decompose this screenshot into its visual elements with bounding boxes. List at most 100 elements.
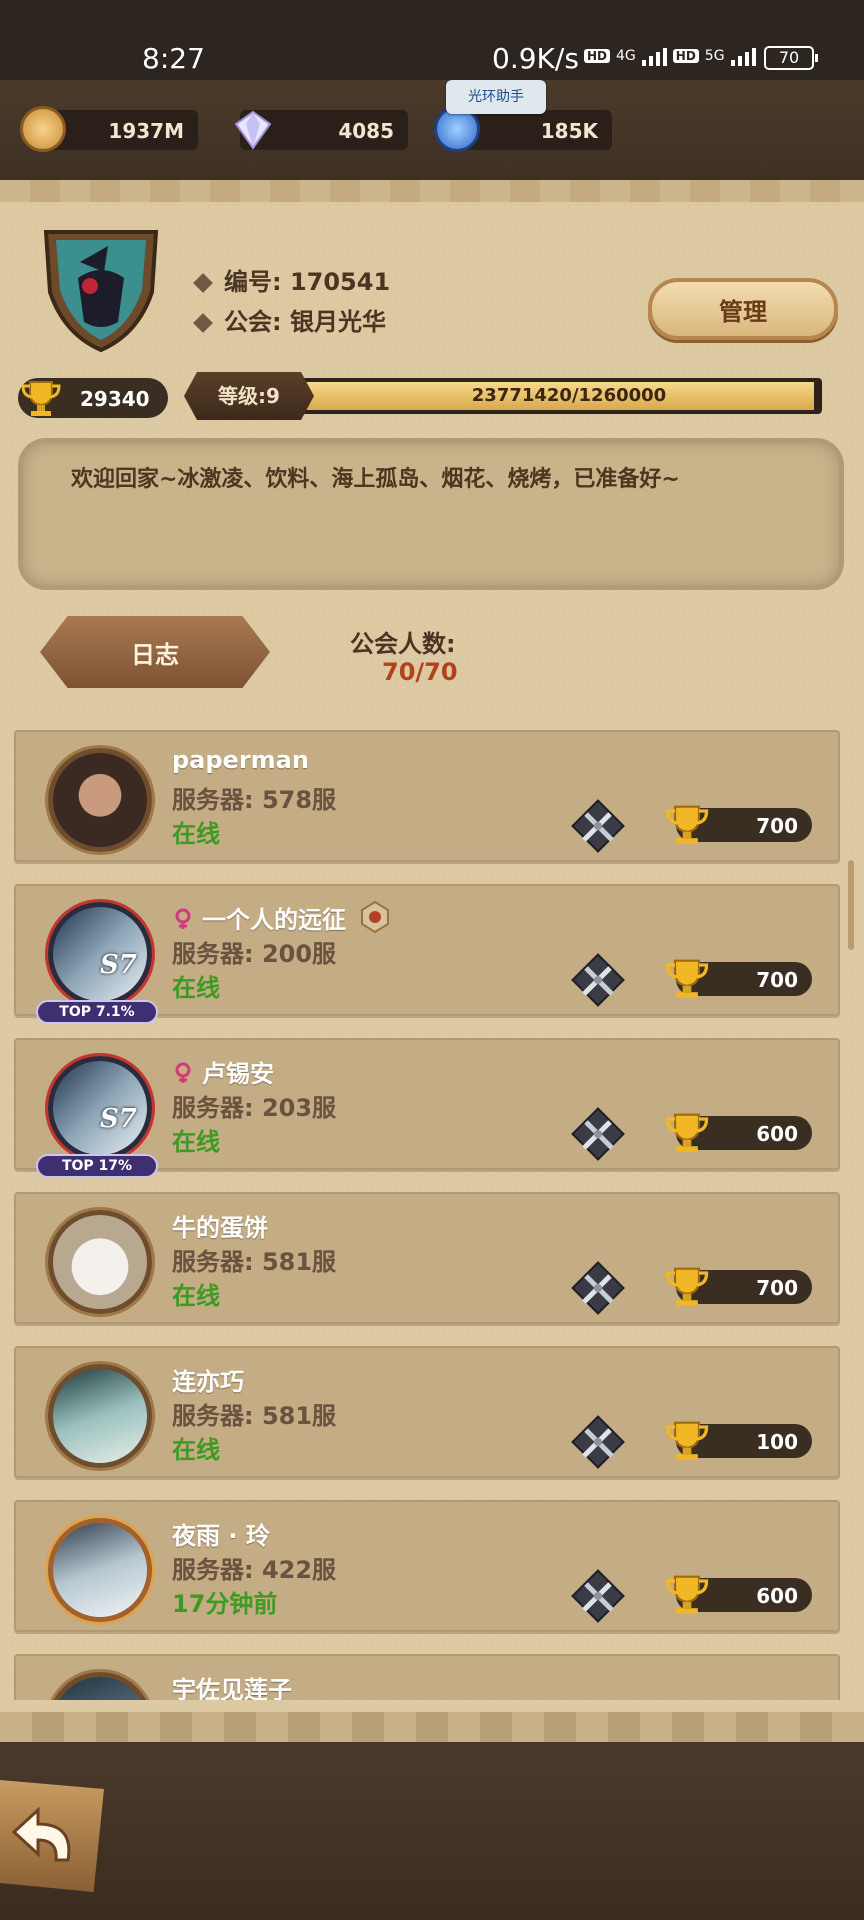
- member-status: 在线: [172, 974, 220, 1002]
- gold-coin-icon: [20, 106, 66, 152]
- resource-bar: 1937M 4085 185K: [0, 80, 864, 180]
- female-icon: [172, 908, 194, 930]
- crossed-swords-icon[interactable]: [570, 798, 626, 854]
- signal-bars-icon: [641, 46, 667, 66]
- battery-icon: 70: [764, 46, 818, 70]
- member-status: 在线: [172, 1436, 220, 1464]
- member-trophy-score: 700: [665, 1267, 812, 1306]
- member-server: 服务器: 581服: [172, 1402, 337, 1430]
- member-list-scrollbar[interactable]: [848, 860, 854, 950]
- network-5g-label: 5G: [704, 48, 725, 64]
- crossed-swords-icon[interactable]: [570, 952, 626, 1008]
- xp-text: 23771420/1260000: [471, 385, 667, 406]
- guild-trophy-score: 29340: [18, 378, 168, 418]
- back-button[interactable]: [0, 1780, 104, 1892]
- member-trophy-score: 700: [665, 805, 812, 844]
- member-status: 在线: [172, 1282, 220, 1310]
- member-avatar[interactable]: [48, 748, 152, 852]
- member-name-row: 夜雨 · 玲: [172, 1516, 270, 1551]
- log-button[interactable]: 日志: [40, 616, 270, 688]
- season-s7-badge: S7: [100, 950, 137, 980]
- member-name: 卢锡安: [202, 1060, 274, 1088]
- member-count-value: 70/70: [382, 658, 458, 686]
- member-status: 在线: [172, 820, 220, 848]
- helper-tag[interactable]: 光环助手: [446, 80, 546, 114]
- member-server: 服务器: 578服: [172, 786, 337, 814]
- member-card[interactable]: 连亦巧服务器: 581服 在线 100: [14, 1346, 840, 1478]
- member-score-value: 600: [756, 1584, 798, 1608]
- crossed-swords-icon[interactable]: [570, 1414, 626, 1470]
- member-name: 连亦巧: [172, 1368, 244, 1396]
- back-arrow-icon: [11, 1806, 71, 1862]
- member-card[interactable]: 宇佐见莲子: [14, 1654, 840, 1700]
- trophy-icon: [662, 952, 712, 1002]
- member-trophy-score: 700: [665, 959, 812, 998]
- member-name: 宇佐见莲子: [172, 1676, 292, 1700]
- member-avatar[interactable]: [48, 1210, 152, 1314]
- member-server: 服务器: 203服: [172, 1094, 337, 1122]
- crossed-swords-icon[interactable]: [570, 1568, 626, 1624]
- guild-id: 编号: 170541: [193, 262, 390, 297]
- gold-counter[interactable]: 1937M: [20, 106, 198, 152]
- member-avatar[interactable]: [48, 1672, 152, 1700]
- dust-counter[interactable]: 185K: [434, 106, 612, 152]
- female-icon: [172, 1062, 194, 1084]
- signal-bars-icon-2: [730, 46, 756, 66]
- bottom-bar: [0, 1742, 864, 1920]
- member-status: 在线: [172, 1128, 220, 1156]
- member-avatar[interactable]: [48, 1364, 152, 1468]
- member-server: 服务器: 422服: [172, 1556, 337, 1584]
- member-trophy-score: 600: [665, 1575, 812, 1614]
- member-card[interactable]: 夜雨 · 玲服务器: 422服 17分钟前 600: [14, 1500, 840, 1632]
- diamond-counter[interactable]: 4085: [234, 110, 408, 150]
- status-network-speed: 0.9K/s: [492, 42, 579, 75]
- status-network-icons: HD 4G HD 5G: [584, 46, 756, 66]
- member-status: 17分钟前: [172, 1590, 278, 1618]
- member-name: 夜雨 · 玲: [172, 1522, 270, 1550]
- rank-badge-icon: [358, 900, 392, 934]
- member-name-row: 卢锡安: [172, 1054, 274, 1089]
- guild-level-label: 等级:9: [184, 372, 314, 420]
- status-time: 8:27: [142, 42, 205, 75]
- diamond-value: 4085: [338, 119, 394, 143]
- member-avatar[interactable]: [48, 1518, 152, 1622]
- hd-icon: HD: [584, 49, 611, 63]
- diamond-icon: [230, 106, 276, 152]
- trophy-icon: [662, 1414, 712, 1464]
- member-score-value: 600: [756, 1122, 798, 1146]
- status-bar: 8:27 0.9K/s HD 4G HD 5G 70: [0, 0, 864, 80]
- trophy-icon: [662, 1568, 712, 1618]
- guild-level-bar: 等级:9 23771420/1260000: [184, 372, 834, 420]
- dust-value: 185K: [540, 119, 598, 143]
- member-trophy-score: 100: [665, 1421, 812, 1460]
- member-list[interactable]: paperman 服务器: 578服 在线 700 S7 TOP 7.1% 一个人的远征 服务…: [14, 730, 840, 1700]
- member-card[interactable]: 牛的蛋饼服务器: 581服 在线 700: [14, 1192, 840, 1324]
- trophy-icon: [662, 1260, 712, 1310]
- member-card[interactable]: paperman 服务器: 578服 在线 700: [14, 730, 840, 862]
- hd-icon-2: HD: [672, 49, 699, 63]
- top-rank-badge: TOP 7.1%: [36, 1000, 158, 1024]
- manage-button[interactable]: 管理: [648, 278, 838, 340]
- member-server: 服务器: 200服: [172, 940, 337, 968]
- guild-trophy-value: 29340: [80, 387, 150, 411]
- guild-notice-text: 欢迎回家~冰激凌、饮料、海上孤岛、烟花、烧烤，已准备好~: [71, 467, 680, 492]
- top-rank-badge: TOP 17%: [36, 1154, 158, 1178]
- member-card[interactable]: S7 TOP 17% 卢锡安 服务器: 203服 在线 600: [14, 1038, 840, 1178]
- guild-name: 公会: 银月光华: [193, 302, 386, 337]
- member-name-row: 连亦巧: [172, 1362, 244, 1397]
- trophy-icon: [662, 798, 712, 848]
- crossed-swords-icon[interactable]: [570, 1106, 626, 1162]
- member-name-row: 宇佐见莲子: [172, 1670, 292, 1700]
- guild-notice-board[interactable]: 欢迎回家~冰激凌、饮料、海上孤岛、烟花、烧烤，已准备好~: [18, 438, 844, 590]
- guild-emblem-icon: [43, 230, 159, 353]
- member-name: 牛的蛋饼: [172, 1214, 268, 1242]
- trophy-icon: [662, 1106, 712, 1156]
- trophy-icon: [21, 381, 61, 416]
- panel-top-border: [0, 180, 864, 202]
- member-server: 服务器: 581服: [172, 1248, 337, 1276]
- diamond-bullet-icon: [193, 313, 213, 333]
- member-count-label: 公会人数:: [350, 630, 456, 658]
- gold-value: 1937M: [108, 119, 184, 143]
- crossed-swords-icon[interactable]: [570, 1260, 626, 1316]
- member-card[interactable]: S7 TOP 7.1% 一个人的远征 服务器: 200服 在线 700: [14, 884, 840, 1024]
